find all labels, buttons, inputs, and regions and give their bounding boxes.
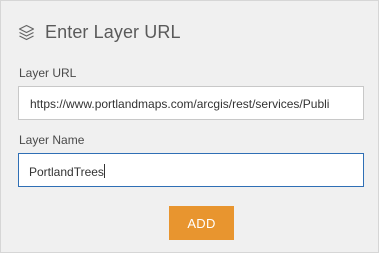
text-cursor xyxy=(103,164,105,178)
layer-name-value: PortlandTrees xyxy=(29,165,104,179)
layer-name-label: Layer Name xyxy=(19,133,85,147)
layer-url-value: https://www.portlandmaps.com/arcgis/rest… xyxy=(30,97,330,111)
panel-header: Enter Layer URL xyxy=(18,20,181,44)
layer-name-text-wrapper: PortlandTrees xyxy=(29,164,105,179)
layers-icon xyxy=(18,24,35,41)
layer-url-input[interactable]: https://www.portlandmaps.com/arcgis/rest… xyxy=(18,86,364,120)
enter-layer-url-panel: Enter Layer URL Layer URL https://www.po… xyxy=(0,0,379,253)
layer-name-input[interactable]: PortlandTrees xyxy=(18,153,364,187)
panel-title: Enter Layer URL xyxy=(45,21,181,42)
layer-url-label: Layer URL xyxy=(19,66,77,80)
add-button[interactable]: ADD xyxy=(169,206,234,240)
